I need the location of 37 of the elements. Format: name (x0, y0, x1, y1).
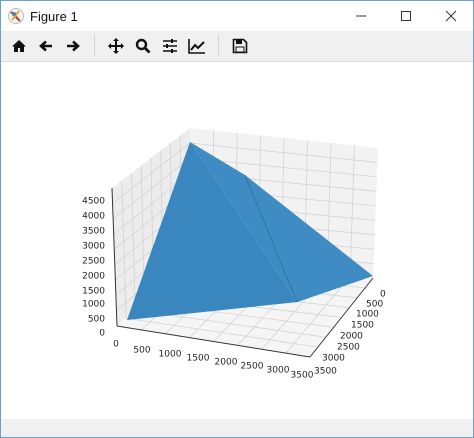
maximize-icon (400, 10, 412, 22)
tick-label: 3500 (82, 226, 105, 236)
left-arrow-icon (38, 38, 54, 54)
window-title: Figure 1 (30, 8, 78, 24)
tick-label: 1000 (82, 300, 105, 310)
tick-label: 500 (133, 346, 151, 356)
tick-label: 2000 (340, 332, 363, 342)
tick-label: 3500 (290, 370, 314, 380)
sliders-icon (162, 38, 178, 54)
tick-label: 500 (366, 300, 384, 310)
tick-label: 4000 (82, 212, 105, 222)
tick-label: 3000 (266, 366, 290, 376)
line-chart-icon (188, 38, 206, 54)
tick-label: 1000 (158, 350, 182, 360)
tick-label: 3500 (314, 366, 337, 376)
tick-label: 0 (99, 328, 105, 338)
tick-label: 2500 (240, 362, 264, 372)
tick-label: 2000 (214, 358, 238, 368)
tick-label: 1500 (186, 354, 210, 364)
close-icon (444, 10, 456, 22)
search-icon (135, 38, 151, 54)
tick-label: 500 (88, 314, 105, 324)
tick-label: 0 (380, 290, 386, 300)
tick-label: 2500 (337, 342, 360, 352)
tick-label: 3000 (82, 242, 105, 252)
right-arrow-icon (65, 38, 81, 54)
tick-label: 1500 (82, 286, 105, 296)
app-icon (8, 8, 24, 24)
tick-label: 1000 (356, 310, 379, 320)
tick-label: 2000 (82, 272, 105, 282)
home-icon (11, 38, 27, 54)
tick-label: 2500 (82, 256, 105, 266)
tick-label: 4500 (82, 196, 105, 206)
move-icon (108, 38, 124, 54)
tick-label: 3000 (322, 354, 345, 364)
tick-label: 0 (113, 340, 119, 350)
tick-label: 1500 (351, 320, 374, 330)
